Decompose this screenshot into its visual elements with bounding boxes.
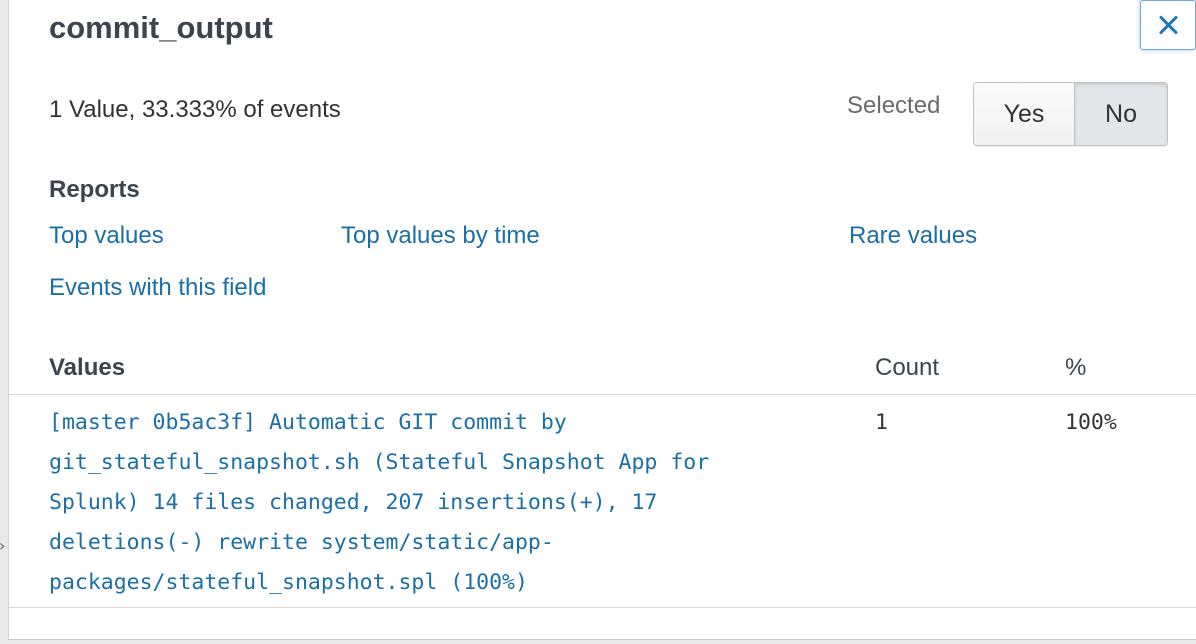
value-count: 1 bbox=[875, 410, 888, 435]
chevron-right-icon: › bbox=[0, 536, 5, 555]
reports-heading: Reports bbox=[49, 176, 140, 203]
field-summary-popover: commit_output 1 Value, 33.333% of events… bbox=[8, 0, 1196, 640]
rare-values-link[interactable]: Rare values bbox=[849, 222, 977, 250]
value-percent: 100% bbox=[1065, 410, 1117, 435]
values-column-header: Values bbox=[49, 354, 126, 381]
close-button[interactable] bbox=[1140, 0, 1196, 50]
field-summary: 1 Value, 33.333% of events bbox=[49, 96, 341, 123]
top-values-by-time-link[interactable]: Top values by time bbox=[341, 222, 540, 250]
selected-no-button[interactable]: No bbox=[1075, 83, 1167, 145]
events-with-this-field-link[interactable]: Events with this field bbox=[49, 274, 266, 302]
count-column-header: Count bbox=[875, 354, 940, 381]
field-title: commit_output bbox=[49, 10, 273, 45]
selected-toggle: Yes No bbox=[973, 82, 1168, 146]
selected-yes-button[interactable]: Yes bbox=[974, 83, 1075, 145]
values-table-header: Values Count % bbox=[9, 346, 1196, 395]
top-values-link[interactable]: Top values bbox=[49, 222, 164, 250]
close-icon bbox=[1157, 14, 1179, 36]
table-row: [master 0b5ac3f] Automatic GIT commit by… bbox=[9, 395, 1196, 608]
percent-column-header: % bbox=[1065, 354, 1087, 381]
value-link[interactable]: [master 0b5ac3f] Automatic GIT commit by… bbox=[49, 403, 809, 603]
selected-label: Selected bbox=[847, 92, 941, 119]
